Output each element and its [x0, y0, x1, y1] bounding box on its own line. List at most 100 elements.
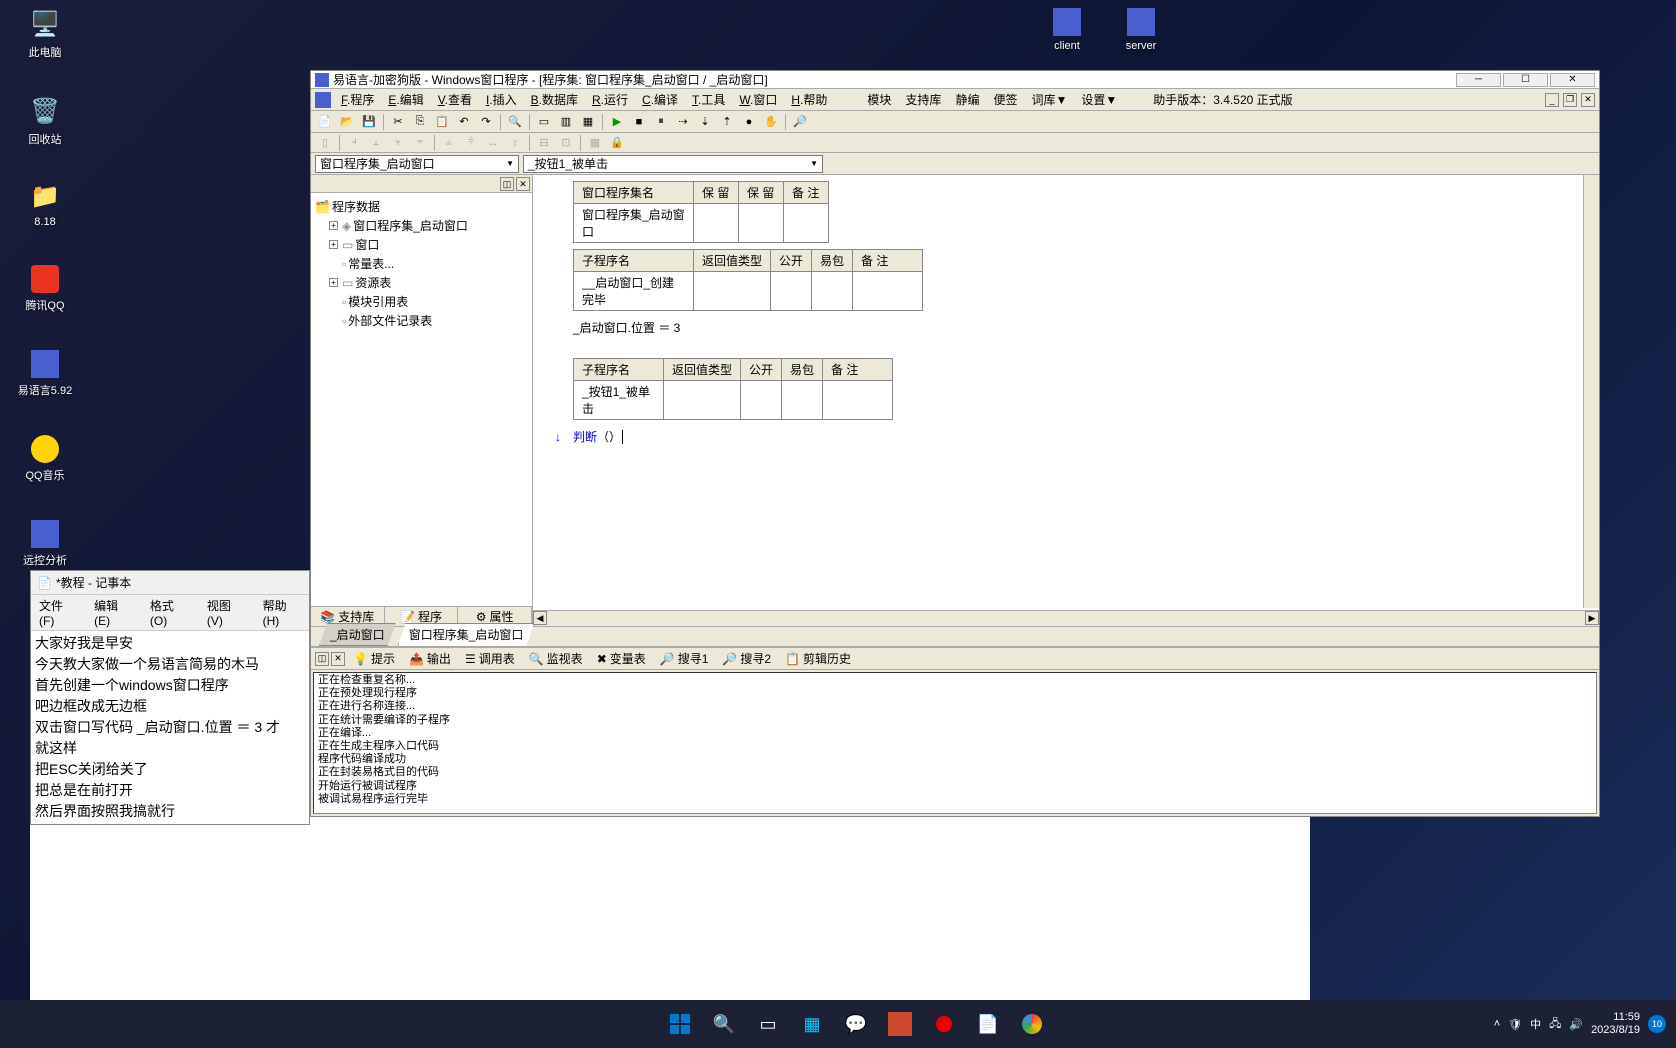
- grid-icon[interactable]: ▦: [585, 134, 605, 152]
- panel-dock-icon[interactable]: ◫: [500, 177, 514, 191]
- notepad-menu-format[interactable]: 格式(O): [146, 597, 193, 628]
- program-tree[interactable]: 🗂️ 程序数据 + ◈ 窗口程序集_启动窗口 + ▭ 窗口 ▫ 常量表...: [311, 193, 532, 334]
- desktop-icon-computer[interactable]: 🖥️ 此电脑: [10, 8, 80, 60]
- maximize-button[interactable]: ☐: [1503, 73, 1548, 87]
- network-icon[interactable]: 🖧: [1549, 1015, 1561, 1034]
- tree-item-2[interactable]: ▫ 常量表...: [315, 254, 528, 273]
- mdi-close-icon[interactable]: ✕: [1581, 93, 1595, 107]
- tree-root[interactable]: 🗂️ 程序数据: [315, 197, 528, 216]
- widgets-icon[interactable]: ▦: [792, 1004, 832, 1044]
- tree-item-0[interactable]: + ◈ 窗口程序集_启动窗口: [315, 216, 528, 235]
- breakpoint-icon[interactable]: ●: [739, 113, 759, 131]
- layout2-icon[interactable]: ▥: [556, 113, 576, 131]
- ime-indicator[interactable]: 中: [1530, 1016, 1541, 1032]
- step-into-icon[interactable]: ⇣: [695, 113, 715, 131]
- undo-icon[interactable]: ↶: [454, 113, 474, 131]
- desktop-icon-remote[interactable]: 远控分析: [10, 520, 80, 568]
- panel2-close-icon[interactable]: ✕: [331, 652, 345, 666]
- bottom-tab-2[interactable]: ☰调用表: [459, 648, 521, 669]
- menu-database[interactable]: B.数据库: [527, 91, 582, 108]
- find-icon[interactable]: 🔍: [505, 113, 525, 131]
- search-icon[interactable]: 🔍: [704, 1004, 744, 1044]
- menu-module[interactable]: 模块: [863, 91, 895, 108]
- layout3-icon[interactable]: ▦: [578, 113, 598, 131]
- align-right-icon[interactable]: ⫟: [388, 134, 408, 152]
- bottom-tab-1[interactable]: 📤输出: [403, 648, 457, 669]
- menu-window[interactable]: W.窗口: [735, 91, 781, 108]
- taskbar-app-chrome[interactable]: [1012, 1004, 1052, 1044]
- menu-tools[interactable]: T.工具: [688, 91, 729, 108]
- notepad-menu-file[interactable]: 文件(F): [35, 597, 80, 628]
- notepad-titlebar[interactable]: 📄 *教程 - 记事本: [31, 571, 309, 595]
- menu-program[interactable]: F.程序: [337, 91, 378, 108]
- combo-subroutine[interactable]: _按钮1_被单击 ▼: [523, 155, 823, 173]
- dist-h-icon[interactable]: ⫨: [439, 134, 459, 152]
- size-h-icon[interactable]: ↕: [505, 134, 525, 152]
- desktop-icon-qq[interactable]: 腾讯QQ: [10, 265, 80, 313]
- replace-icon[interactable]: 🔎: [790, 113, 810, 131]
- pause-icon[interactable]: ⏸: [651, 113, 671, 131]
- align-top-icon[interactable]: ⫧: [410, 134, 430, 152]
- menu-insert[interactable]: I.插入: [482, 91, 521, 108]
- taskbar-app-elang[interactable]: [880, 1004, 920, 1044]
- table-row[interactable]: 窗口程序集_启动窗口: [574, 204, 829, 243]
- tree-item-4[interactable]: ▫ 模块引用表: [315, 292, 528, 311]
- code-tab-1[interactable]: 窗口程序集_启动窗口: [398, 623, 535, 646]
- paste-icon[interactable]: 📋: [432, 113, 452, 131]
- desktop-icon-server[interactable]: server: [1106, 8, 1176, 52]
- bottom-tab-6[interactable]: 🔎搜寻2: [716, 648, 777, 669]
- tray-chevron-icon[interactable]: ˄: [1494, 1018, 1500, 1030]
- menu-edit[interactable]: E.编辑: [384, 91, 427, 108]
- taskbar-time[interactable]: 11:59: [1591, 1011, 1640, 1024]
- desktop-icon-recycle[interactable]: 🗑️ 回收站: [10, 95, 80, 147]
- menu-sticky[interactable]: 便签: [989, 91, 1021, 108]
- align-center-icon[interactable]: ⫠: [366, 134, 386, 152]
- close-button[interactable]: ✕: [1550, 73, 1595, 87]
- code-tab-0[interactable]: _启动窗口: [319, 623, 396, 646]
- stop-icon[interactable]: ■: [629, 113, 649, 131]
- center-v-icon[interactable]: ⊡: [556, 134, 576, 152]
- align-left-icon[interactable]: ⫞: [344, 134, 364, 152]
- desktop-icon-client[interactable]: client: [1032, 8, 1102, 52]
- table-row[interactable]: __启动窗口_创建完毕: [574, 272, 923, 311]
- plus-icon[interactable]: +: [329, 221, 338, 230]
- lock-icon[interactable]: 🔒: [607, 134, 627, 152]
- start-button[interactable]: [660, 1004, 700, 1044]
- plus-icon[interactable]: +: [329, 240, 338, 249]
- notepad-menu-help[interactable]: 帮助(H): [259, 597, 305, 628]
- desktop-icon-qqmusic[interactable]: QQ音乐: [10, 435, 80, 483]
- vertical-scrollbar[interactable]: [1583, 175, 1599, 608]
- menu-support[interactable]: 支持库: [901, 91, 945, 108]
- panel-close-icon[interactable]: ✕: [516, 177, 530, 191]
- code-statement-2[interactable]: ↓ 判断 （）: [543, 426, 1589, 447]
- menu-dict[interactable]: 词库▼: [1027, 91, 1071, 108]
- bottom-tab-0[interactable]: 💡提示: [347, 648, 401, 669]
- dist-v-icon[interactable]: ⫩: [461, 134, 481, 152]
- open-icon[interactable]: 📂: [337, 113, 357, 131]
- new-icon[interactable]: 📄: [315, 113, 335, 131]
- menu-run[interactable]: R.运行: [588, 91, 632, 108]
- output-text[interactable]: 正在检查重复名称... 正在预处理现行程序 正在进行名称连接... 正在统计需要…: [313, 672, 1597, 814]
- taskbar-date[interactable]: 2023/8/19: [1591, 1024, 1640, 1037]
- table-row[interactable]: _按钮1_被单击: [574, 381, 893, 420]
- notepad-menu-edit[interactable]: 编辑(E): [90, 597, 136, 628]
- desktop-icon-folder-818[interactable]: 📁 8.18: [10, 180, 80, 228]
- taskbar-app-record[interactable]: [924, 1004, 964, 1044]
- save-icon[interactable]: 💾: [359, 113, 379, 131]
- taskbar-app-notepad[interactable]: 📄: [968, 1004, 1008, 1044]
- minimize-button[interactable]: ─: [1456, 73, 1501, 87]
- tree-item-1[interactable]: + ▭ 窗口: [315, 235, 528, 254]
- hand-icon[interactable]: ✋: [761, 113, 781, 131]
- tree-item-3[interactable]: + ▭ 资源表: [315, 273, 528, 292]
- code-editor[interactable]: 窗口程序集名 保 留 保 留 备 注 窗口程序集_启动窗口 子程序名 返回值类型…: [533, 175, 1599, 626]
- step-out-icon[interactable]: ⇡: [717, 113, 737, 131]
- combo-programset[interactable]: 窗口程序集_启动窗口 ▼: [315, 155, 519, 173]
- menu-help[interactable]: H.帮助: [787, 91, 831, 108]
- tray-security-icon[interactable]: 🛡: [1508, 1018, 1522, 1031]
- notification-badge[interactable]: 10: [1648, 1015, 1666, 1033]
- horizontal-scrollbar[interactable]: ◀ ▶: [533, 610, 1599, 626]
- step-over-icon[interactable]: ⇢: [673, 113, 693, 131]
- notepad-text-area[interactable]: 大家好我是早安 今天教大家做一个易语言简易的木马 首先创建一个windows窗口…: [31, 631, 309, 824]
- plus-icon[interactable]: +: [329, 278, 338, 287]
- redo-icon[interactable]: ↷: [476, 113, 496, 131]
